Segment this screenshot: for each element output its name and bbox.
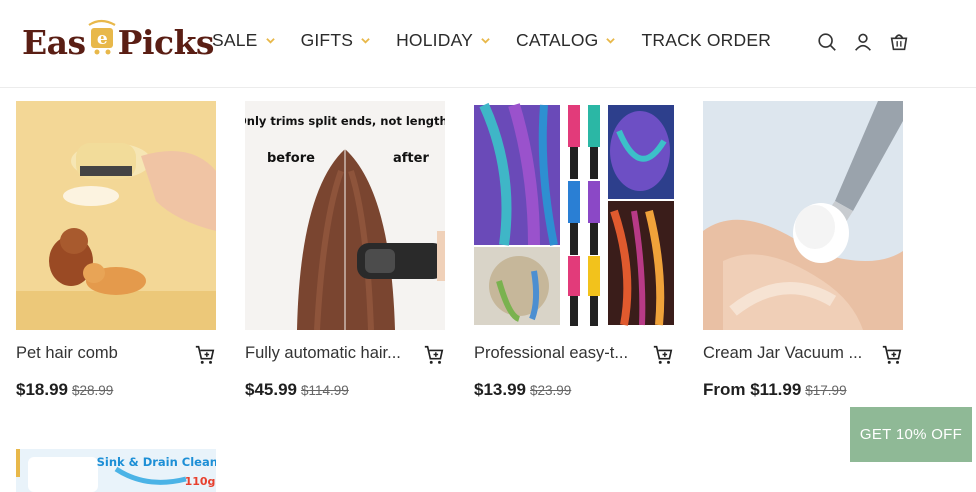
image-after-label: after — [393, 151, 429, 166]
product-price: $18.99 — [16, 380, 68, 399]
site-logo[interactable]: Eas e Picks — [22, 16, 215, 68]
add-to-cart-icon[interactable] — [652, 344, 674, 366]
add-to-cart-icon[interactable] — [423, 344, 445, 366]
product-title[interactable]: Pet hair comb — [16, 344, 181, 363]
logo-text-left: Eas — [22, 22, 86, 62]
nav-catalog[interactable]: CATALOG — [516, 30, 616, 51]
add-to-cart-icon[interactable] — [881, 344, 903, 366]
nav-sale-label: SALE — [212, 30, 258, 50]
add-to-cart-icon[interactable] — [194, 344, 216, 366]
logo-e-letter: e — [96, 29, 107, 49]
product-price: $13.99 — [474, 380, 526, 399]
product-image[interactable] — [703, 101, 903, 330]
product-card: Sink & Drain Cleaner 110g — [16, 449, 216, 492]
nav-holiday[interactable]: HOLIDAY — [396, 30, 490, 51]
logo-cart-e: e — [87, 19, 117, 59]
logo-text-right: Picks — [117, 22, 215, 62]
chevron-down-icon — [265, 38, 275, 44]
get-discount-button[interactable]: GET 10% OFF — [850, 407, 972, 462]
product-price: $45.99 — [245, 380, 297, 399]
product-old-price: $23.99 — [530, 383, 572, 398]
image-caption: Only trims split ends, not length! — [245, 114, 445, 128]
nav-gifts-label: GIFTS — [300, 30, 354, 50]
product-image[interactable] — [16, 101, 216, 330]
cart-icon[interactable] — [888, 31, 910, 53]
product-card: Only trims split ends, not length! befor… — [245, 101, 445, 399]
nav-catalog-label: CATALOG — [516, 30, 599, 50]
image-before-label: before — [267, 151, 315, 166]
nav-track-order-label: TRACK ORDER — [641, 30, 772, 50]
nav-holiday-label: HOLIDAY — [396, 30, 474, 50]
product-title[interactable]: Fully automatic hair... — [245, 344, 410, 363]
product-title[interactable]: Cream Jar Vacuum ... — [703, 344, 868, 363]
product-card: Professional easy-t... $13.99 $23.99 — [474, 101, 674, 399]
search-icon[interactable] — [816, 31, 838, 53]
product-price: From $11.99 — [703, 380, 802, 399]
get-discount-label: GET 10% OFF — [859, 426, 963, 443]
product-card: Pet hair comb $18.99 $28.99 — [16, 101, 216, 399]
product-old-price: $28.99 — [72, 383, 114, 398]
product-image[interactable] — [474, 101, 674, 330]
product-old-price: $114.99 — [301, 383, 349, 398]
nav-gifts[interactable]: GIFTS — [301, 30, 371, 51]
product-card: Cream Jar Vacuum ... From $11.99 $17.99 — [703, 101, 903, 399]
header-actions — [816, 31, 924, 53]
product-image[interactable]: Sink & Drain Cleaner 110g — [16, 449, 216, 492]
main-nav: SALE GIFTS HOLIDAY CATALOG TRACK ORDER — [212, 30, 771, 51]
nav-sale[interactable]: SALE — [212, 30, 275, 51]
chevron-down-icon — [361, 38, 370, 44]
nav-track-order[interactable]: TRACK ORDER — [641, 30, 771, 51]
image-caption: Sink & Drain Cleaner — [97, 455, 216, 469]
account-icon[interactable] — [852, 31, 874, 53]
product-image[interactable]: Only trims split ends, not length! befor… — [245, 101, 445, 330]
chevron-down-icon — [606, 38, 616, 44]
product-old-price: $17.99 — [805, 383, 847, 398]
chevron-down-icon — [481, 38, 490, 44]
product-title[interactable]: Professional easy-t... — [474, 344, 639, 363]
image-badge: 110g — [185, 475, 216, 488]
corner-tag — [16, 449, 20, 477]
site-header: Eas e Picks SALE GIFTS HOLIDAY CATALOG T… — [0, 0, 976, 88]
